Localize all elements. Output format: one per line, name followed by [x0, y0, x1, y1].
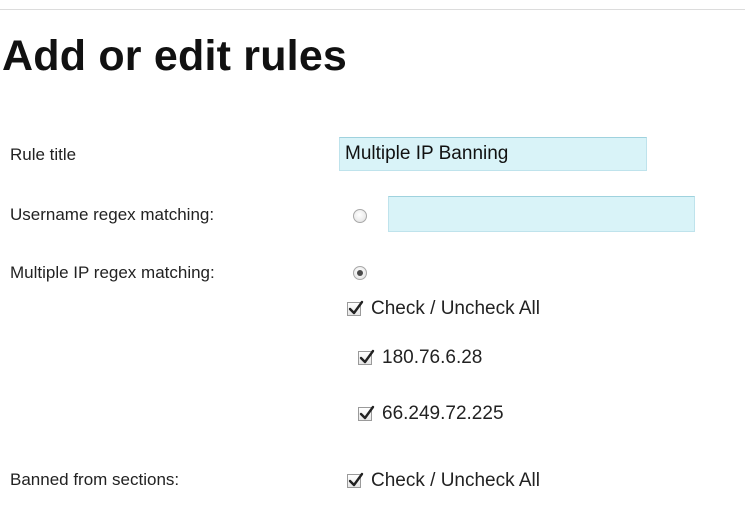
- rule-title-label: Rule title: [10, 145, 77, 164]
- username-regex-input[interactable]: [388, 196, 695, 232]
- banned-sections-label: Banned from sections:: [10, 470, 180, 489]
- ip-item[interactable]: 180.76.6.28: [358, 347, 482, 369]
- page-title: Add or edit rules: [2, 32, 348, 80]
- multiple-ip-regex-label: Multiple IP regex matching:: [10, 263, 215, 282]
- ip-item-label: 66.249.72.225: [382, 403, 504, 424]
- ip-check-all-checkbox[interactable]: [347, 300, 364, 316]
- radio-selected-dot: [357, 270, 363, 276]
- checkmark-icon: [359, 349, 375, 364]
- username-regex-label: Username regex matching:: [10, 205, 215, 224]
- ip-item-checkbox[interactable]: [358, 405, 375, 421]
- checkmark-icon: [348, 300, 364, 315]
- ip-check-all-label: Check / Uncheck All: [371, 298, 540, 319]
- top-divider: [0, 9, 745, 10]
- sections-check-all[interactable]: Check / Uncheck All: [347, 470, 540, 492]
- sections-check-all-label: Check / Uncheck All: [371, 470, 540, 491]
- ip-item-label: 180.76.6.28: [382, 347, 483, 368]
- checkmark-icon: [348, 472, 364, 487]
- ip-item-checkbox[interactable]: [358, 349, 375, 365]
- username-regex-radio[interactable]: [353, 209, 367, 223]
- checkmark-icon: [359, 405, 375, 420]
- ip-check-all[interactable]: Check / Uncheck All: [347, 298, 540, 320]
- multiple-ip-regex-radio[interactable]: [353, 266, 367, 280]
- rule-title-input[interactable]: [339, 137, 647, 171]
- sections-check-all-checkbox[interactable]: [347, 472, 364, 488]
- ip-item[interactable]: 66.249.72.225: [358, 403, 504, 425]
